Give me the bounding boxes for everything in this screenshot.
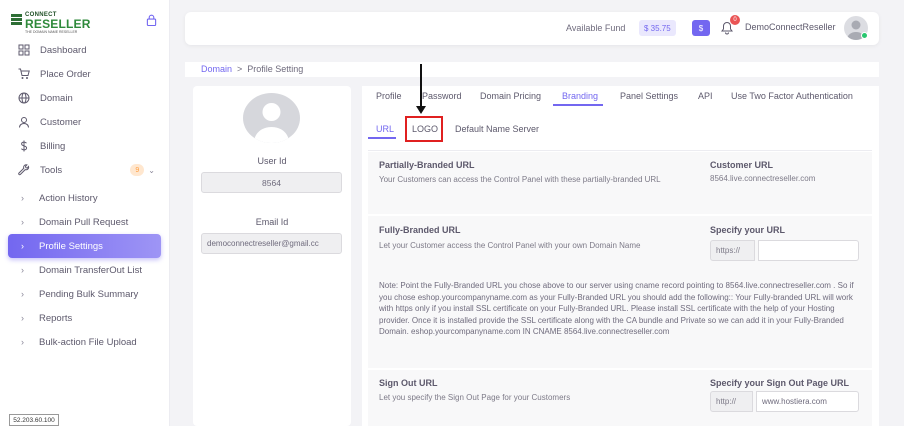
sidebar-item-dashboard[interactable]: Dashboard (8, 38, 161, 62)
sidebar-subitem-label: Reports (39, 312, 73, 324)
sidebar-subitem-label: Domain Pull Request (39, 216, 129, 228)
breadcrumb: Domain > Profile Setting (201, 64, 303, 74)
tab-profile[interactable]: Profile (376, 91, 402, 101)
connectreseller-logo[interactable]: CONNECT RESELLER THE DOMAIN NAME RESELLE… (11, 12, 90, 34)
signout-page-url-title: Specify your Sign Out Page URL (710, 378, 850, 388)
user-icon (17, 115, 31, 129)
active-subtab-indicator (368, 137, 396, 139)
profile-avatar (243, 93, 300, 143)
email-id-label: Email Id (255, 217, 289, 227)
breadcrumb-separator: > (237, 64, 243, 74)
sidebar-subitem-label: Domain TransferOut List (39, 264, 142, 276)
dashboard-icon (17, 43, 31, 57)
dollar-icon (17, 139, 31, 153)
sidebar-subitem-domain-transferout-list[interactable]: › Domain TransferOut List (8, 258, 161, 282)
chevron-down-icon: ⌄ (148, 165, 155, 175)
globe-icon (17, 91, 31, 105)
divider (368, 150, 872, 151)
partial-branded-title: Partially-Branded URL (379, 160, 475, 170)
notification-badge: 0 (730, 15, 740, 25)
annotation-arrow-down-icon (416, 106, 426, 114)
sidebar-item-label: Domain (40, 92, 73, 104)
chevron-right-icon: › (21, 289, 24, 299)
active-tab-indicator (553, 104, 603, 106)
sidebar-item-domain[interactable]: Domain (8, 86, 161, 110)
user-id-label: User Id (257, 156, 287, 166)
annotation-arrow-line (420, 64, 422, 110)
sidebar-subitem-label: Action History (39, 192, 98, 204)
signout-protocol-prefix: http:// (710, 391, 753, 412)
fully-branded-description: Let your Customer access the Control Pan… (379, 241, 641, 250)
add-fund-button[interactable]: $ (692, 20, 710, 36)
sidebar-item-label: Billing (40, 140, 66, 152)
sidebar-item-label: Tools (40, 164, 63, 176)
sidebar-item-customer[interactable]: Customer (8, 110, 161, 134)
sidebar-subitem-pending-bulk-summary[interactable]: › Pending Bulk Summary (8, 282, 161, 306)
tools-count-badge: 9 (130, 164, 145, 176)
sidebar-subitem-bulk-action-file-upload[interactable]: › Bulk-action File Upload (8, 330, 161, 354)
sidebar-item-label: Customer (40, 116, 82, 128)
sidebar-subitem-profile-settings[interactable]: › Profile Settings (8, 234, 161, 258)
tab-two-factor-authentication[interactable]: Use Two Factor Authentication (731, 91, 853, 101)
sidebar-subitem-label: Profile Settings (39, 240, 103, 252)
ip-address-label: 52.203.60.100 (9, 414, 59, 426)
url-protocol-prefix: https:// (710, 240, 755, 261)
user-name[interactable]: DemoConnectReseller (745, 22, 836, 32)
specify-url-title: Specify your URL (710, 225, 786, 235)
tab-api[interactable]: API (698, 91, 713, 101)
chevron-right-icon: › (21, 313, 24, 323)
sidebar-item-place-order[interactable]: Place Order (8, 62, 161, 86)
available-fund-label: Available Fund (566, 23, 626, 33)
logo-text-reseller: RESELLER (25, 17, 91, 31)
sidebar-subitem-action-history[interactable]: › Action History (8, 186, 161, 210)
partial-branded-description: Your Customers can access the Control Pa… (379, 175, 661, 184)
tools-icon (17, 163, 31, 177)
tab-password[interactable]: Password (422, 91, 462, 101)
chevron-right-icon: › (21, 241, 24, 251)
sidebar-subitem-label: Bulk-action File Upload (39, 336, 137, 348)
signout-url-input[interactable]: www.hostiera.com (756, 391, 859, 412)
sidebar-item-billing[interactable]: Billing (8, 134, 161, 158)
tab-branding[interactable]: Branding (562, 91, 598, 101)
subtab-default-name-server[interactable]: Default Name Server (455, 124, 539, 134)
breadcrumb-domain-link[interactable]: Domain (201, 64, 232, 74)
email-id-field: democonnectreseller@gmail.cc (201, 233, 342, 254)
specify-url-input[interactable] (758, 240, 859, 261)
chevron-right-icon: › (21, 217, 24, 227)
chevron-right-icon: › (21, 265, 24, 275)
online-status-dot (861, 32, 868, 39)
top-navbar: Available Fund $ 35.75 $ 0 DemoConnectRe… (185, 12, 879, 45)
sidebar-item-label: Dashboard (40, 44, 87, 56)
sidebar-item-tools[interactable]: Tools 9 ⌄ (8, 158, 161, 182)
sidebar-subitem-domain-pull-request[interactable]: › Domain Pull Request (8, 210, 161, 234)
subtab-url[interactable]: URL (376, 124, 394, 134)
breadcrumb-current: Profile Setting (247, 64, 304, 74)
logo-tab-highlight-box (405, 116, 443, 142)
tab-domain-pricing[interactable]: Domain Pricing (480, 91, 541, 101)
signout-url-title: Sign Out URL (379, 378, 438, 388)
sidebar-subitem-label: Pending Bulk Summary (39, 288, 139, 300)
logo-mark-icon (11, 14, 22, 28)
lock-icon[interactable] (146, 14, 157, 27)
available-fund-value: $ 35.75 (639, 20, 676, 36)
sidebar-item-label: Place Order (40, 68, 91, 80)
logo-tagline: THE DOMAIN NAME RESELLER (25, 30, 78, 34)
sidebar-subitem-reports[interactable]: › Reports (8, 306, 161, 330)
signout-url-description: Let you specify the Sign Out Page for yo… (379, 393, 571, 402)
sidebar: CONNECT RESELLER THE DOMAIN NAME RESELLE… (0, 0, 170, 426)
chevron-right-icon: › (21, 193, 24, 203)
cart-icon (17, 67, 31, 81)
customer-url-title: Customer URL (710, 160, 774, 170)
user-id-field: 8564 (201, 172, 342, 193)
tab-panel-settings[interactable]: Panel Settings (620, 91, 678, 101)
cname-note: Note: Point the Fully-Branded URL you ch… (379, 281, 854, 336)
customer-url-value: 8564.live.connectreseller.com (710, 174, 816, 183)
fully-branded-title: Fully-Branded URL (379, 225, 461, 235)
chevron-right-icon: › (21, 337, 24, 347)
